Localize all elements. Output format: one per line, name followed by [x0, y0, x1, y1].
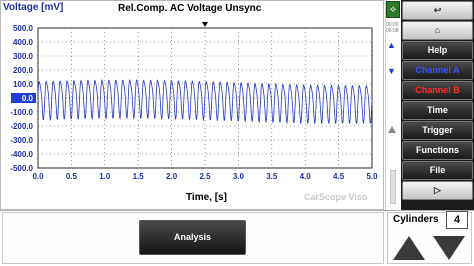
trigger-button-label: Trigger [422, 125, 453, 135]
scrollbar[interactable] [390, 170, 396, 204]
home-button[interactable]: ⌂ [402, 21, 473, 40]
cylinders-value: 4 [446, 211, 468, 229]
y-tick-label: -400.0 [10, 150, 33, 159]
channel-a-button-label: Channel A [415, 65, 460, 75]
y-tick-label: -200.0 [10, 122, 33, 131]
back-button[interactable]: ↩ [402, 1, 473, 20]
watermark: CarScope Viso [304, 192, 368, 202]
x-tick-label: 0.0 [32, 172, 44, 181]
back-arrow-icon: ↩ [433, 5, 442, 15]
x-tick-label: 1.0 [99, 172, 111, 181]
y-tick-label: 0.0 [22, 94, 34, 103]
scroll-down-icon[interactable]: ▼ [387, 66, 396, 76]
x-tick-label: 2.0 [166, 172, 178, 181]
x-tick-label: 5.0 [366, 172, 378, 181]
chart-title: Rel.Comp. AC Voltage Unsync [118, 3, 262, 14]
functions-button[interactable]: Functions [402, 141, 473, 160]
help-button-label: Help [427, 45, 448, 55]
y-tick-label: -100.0 [10, 108, 33, 117]
file-button-label: File [429, 165, 446, 175]
triangle-up-icon[interactable] [388, 126, 396, 133]
x-tick-label: 2.5 [199, 172, 211, 181]
time-button-label: Time [427, 105, 448, 115]
play-icon: ▷ [434, 185, 441, 195]
play-button[interactable]: ▷ [402, 181, 473, 200]
y-axis-label: Voltage [mV] [3, 2, 64, 13]
y-tick-label: 200.0 [13, 66, 34, 75]
home-icon: ⌂ [434, 25, 441, 35]
x-tick-label: 4.0 [300, 172, 312, 181]
y-tick-label: 500.0 [13, 24, 34, 33]
x-tick-label: 1.5 [133, 172, 145, 181]
trigger-button[interactable]: Trigger [402, 121, 473, 140]
trigger-marker-icon [202, 22, 208, 27]
x-tick-label: 3.0 [233, 172, 245, 181]
channel-b-button[interactable]: Channel B [402, 81, 473, 100]
cylinders-increase-icon[interactable] [393, 236, 425, 260]
file-button[interactable]: File [402, 161, 473, 180]
x-tick-label: 0.5 [66, 172, 78, 181]
y-tick-label: 400.0 [13, 38, 34, 47]
clock-readout: 00:00 06:08 [386, 22, 399, 34]
cylinders-decrease-icon[interactable] [433, 236, 465, 260]
analysis-button[interactable]: Analysis [139, 220, 246, 255]
help-button[interactable]: Help [402, 41, 473, 60]
y-tick-label: 100.0 [13, 80, 34, 89]
y-tick-label: 300.0 [13, 52, 34, 61]
scroll-up-icon[interactable]: ▲ [387, 40, 396, 50]
x-axis-label: Time, [s] [186, 192, 227, 203]
voltage-chart[interactable]: 0.0 0.5 1.0 1.5 2.0 2.5 3.0 3.5 4.0 4.5 5.0 500.0 40… [0, 0, 384, 210]
y-tick-label: -300.0 [10, 136, 33, 145]
channel-a-button[interactable]: Channel A [402, 61, 473, 80]
channel-b-button-label: Channel B [415, 85, 460, 95]
time-button[interactable]: Time [402, 101, 473, 120]
clip-icon[interactable]: ⟡ [386, 1, 400, 18]
x-tick-label: 4.5 [333, 172, 345, 181]
y-tick-label: -500.0 [10, 164, 33, 173]
x-tick-label: 3.5 [266, 172, 278, 181]
functions-button-label: Functions [416, 145, 459, 155]
cylinders-label: Cylinders [393, 214, 439, 225]
